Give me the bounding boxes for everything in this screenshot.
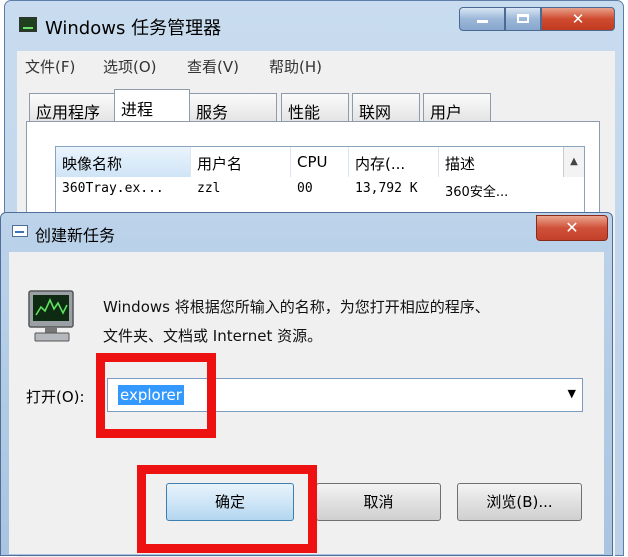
tab-performance[interactable]: 性能 xyxy=(281,93,349,122)
close-icon[interactable] xyxy=(541,7,615,31)
tab-users[interactable]: 用户 xyxy=(423,93,491,122)
tab-services[interactable]: 服务 xyxy=(189,93,277,122)
dialog-title: 创建新任务 xyxy=(35,226,116,245)
close-icon[interactable]: ✕ xyxy=(536,215,608,241)
highlight-box-input xyxy=(96,353,216,438)
browse-button[interactable]: 浏览(B)... xyxy=(457,483,582,521)
computer-icon xyxy=(28,290,74,342)
taskmanager-icon xyxy=(19,17,37,32)
cell-cpu: 00 xyxy=(297,181,313,196)
menu-help[interactable]: 帮助(H) xyxy=(269,56,322,77)
task-manager-title: Windows 任务管理器 xyxy=(45,18,222,39)
cell-user: zzl xyxy=(197,181,221,196)
menu-options[interactable]: 选项(O) xyxy=(103,56,157,77)
menu-view[interactable]: 查看(V) xyxy=(187,56,239,77)
tab-processes[interactable]: 进程 xyxy=(114,89,190,122)
dropdown-arrow-icon[interactable]: ▼ xyxy=(568,387,576,400)
column-cpu[interactable]: CPU xyxy=(291,147,349,177)
scroll-up-icon[interactable]: ▲ xyxy=(563,147,584,177)
dialog-message-line2: 文件夹、文档或 Internet 资源。 xyxy=(103,327,323,345)
dialog-message: Windows 将根据您所输入的名称，为您打开相应的程序、 文件夹、文档或 In… xyxy=(103,293,593,351)
cell-memory: 13,792 K xyxy=(355,181,418,196)
column-image-name[interactable]: 映像名称 xyxy=(56,147,191,177)
minimize-icon[interactable] xyxy=(459,7,505,31)
task-manager-titlebar[interactable]: Windows 任务管理器 xyxy=(5,1,623,47)
column-memory[interactable]: 内存(... xyxy=(349,147,439,177)
menu-file[interactable]: 文件(F) xyxy=(25,56,75,77)
maximize-icon[interactable] xyxy=(505,7,541,31)
task-manager-menubar: 文件(F) 选项(O) 查看(V) 帮助(H) xyxy=(17,51,615,79)
process-list-header: 映像名称 用户名 CPU 内存(... 描述 ▲ xyxy=(56,147,584,177)
run-dialog-icon xyxy=(12,225,28,237)
tab-applications[interactable]: 应用程序 xyxy=(29,93,115,122)
cancel-button[interactable]: 取消 xyxy=(316,483,441,521)
cell-description: 360安全... xyxy=(445,185,509,200)
table-row[interactable]: 360Tray.ex... zzl 00 13,792 K 360安全... xyxy=(56,177,584,201)
column-user-name[interactable]: 用户名 xyxy=(191,147,291,177)
column-description[interactable]: 描述 xyxy=(439,147,566,177)
open-label: 打开(O): xyxy=(26,388,85,406)
tab-networking[interactable]: 联网 xyxy=(352,93,420,122)
highlight-box-ok-button xyxy=(137,465,317,553)
cell-image: 360Tray.ex... xyxy=(62,181,164,196)
dialog-message-line1: Windows 将根据您所输入的名称，为您打开相应的程序、 xyxy=(103,298,490,316)
